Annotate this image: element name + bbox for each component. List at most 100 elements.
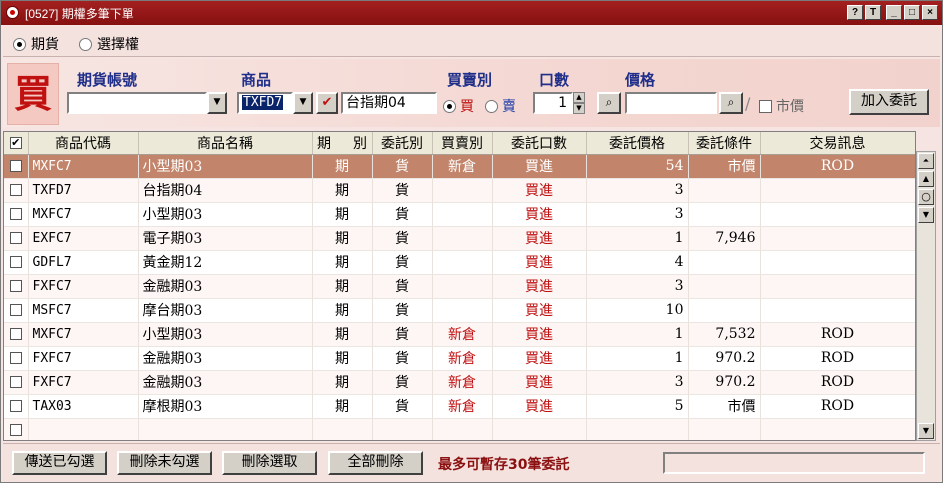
cell-category-2: 貨 — [372, 274, 433, 299]
product-confirm-button[interactable]: ✔ — [316, 92, 338, 114]
cell-qty: 1 — [586, 322, 689, 347]
close-button[interactable]: × — [922, 5, 938, 20]
futures-label: 期貨 — [31, 37, 59, 53]
table-row[interactable]: FXFC7 金融期03 期貨新倉 買進 1 970.2 ROD — [4, 346, 915, 371]
row-checkbox-cell[interactable] — [4, 346, 29, 371]
col-order-type[interactable]: 委託別 — [372, 132, 433, 155]
futures-radio[interactable] — [13, 37, 26, 51]
sell-option[interactable]: 賣 — [485, 96, 516, 116]
row-checkbox[interactable] — [9, 352, 22, 364]
row-checkbox-cell[interactable] — [4, 322, 29, 347]
cell-order-type — [432, 418, 493, 440]
col-name[interactable]: 商品名稱 — [138, 132, 313, 155]
bottom-toolbar: 傳送已勾選 刪除未勾選 刪除選取 全部刪除 最多可暫存30筆委託 — [3, 443, 940, 481]
add-order-button[interactable]: 加入委託 — [849, 89, 929, 115]
row-checkbox-cell[interactable] — [4, 274, 29, 299]
table-row[interactable]: EXFC7 電子期03 期貨 買進 1 7,946 — [4, 226, 915, 251]
account-dropdown-button[interactable]: ▼ — [207, 92, 227, 114]
row-checkbox-cell[interactable] — [4, 418, 29, 440]
cell-category-2 — [372, 418, 433, 440]
qty-up-button[interactable]: ▲ — [573, 92, 585, 103]
scroll-page-down-button[interactable]: ▼ — [918, 207, 934, 223]
scroll-down-button[interactable]: ▼ — [918, 423, 934, 439]
table-row[interactable]: FXFC7 金融期03 期貨 買進 3 — [4, 274, 915, 299]
market-price-checkbox[interactable] — [759, 99, 772, 113]
table-row[interactable]: FXFC7 金融期03 期貨新倉 買進 3 970.2 ROD — [4, 370, 915, 395]
table-row[interactable]: MSFC7 摩台期03 期貨 買進 10 — [4, 298, 915, 323]
order-window: [0527] 期權多筆下單 ? T _ □ × 期貨 選擇權 買 期貨帳號 ▼ … — [0, 0, 943, 483]
table-row[interactable]: GDFL7 黃金期12 期貨 買進 4 — [4, 250, 915, 275]
row-checkbox[interactable] — [9, 160, 22, 172]
col-category[interactable]: 期別 — [312, 132, 373, 155]
options-radio[interactable] — [79, 37, 92, 51]
qty-lookup-button[interactable]: ⌕ — [597, 92, 621, 114]
col-code[interactable]: 商品代碼 — [28, 132, 139, 155]
row-checkbox-cell[interactable] — [4, 202, 29, 227]
table-row[interactable] — [4, 418, 915, 440]
scroll-page-up-button[interactable]: ▲ — [918, 171, 934, 187]
cell-condition — [760, 178, 915, 203]
cell-category-1: 期 — [312, 298, 373, 323]
price-field[interactable] — [625, 92, 717, 114]
row-checkbox-cell[interactable] — [4, 250, 29, 275]
row-checkbox[interactable] — [9, 232, 22, 244]
table-row[interactable]: TXFD7 台指期04 期貨 買進 3 — [4, 178, 915, 203]
cell-name: 黃金期12 — [138, 250, 313, 275]
product-dropdown-button[interactable]: ▼ — [293, 92, 313, 114]
maximize-button[interactable]: □ — [904, 5, 920, 20]
help-button[interactable]: ? — [847, 5, 863, 20]
row-checkbox[interactable] — [9, 424, 22, 436]
select-all-checkbox[interactable]: ✔ — [9, 136, 22, 149]
row-checkbox[interactable] — [9, 376, 22, 388]
scroll-position-button[interactable]: ○ — [918, 189, 934, 205]
market-price-option[interactable]: 市價 — [759, 96, 804, 116]
delete-unchecked-button[interactable]: 刪除未勾選 — [117, 451, 212, 475]
product-name-field[interactable]: 台指期04 — [341, 92, 437, 114]
row-checkbox[interactable] — [9, 304, 22, 316]
col-message[interactable]: 交易訊息 — [760, 132, 915, 155]
row-checkbox[interactable] — [9, 280, 22, 292]
cell-condition — [760, 274, 915, 299]
row-checkbox-cell[interactable] — [4, 178, 29, 203]
table-row[interactable]: MXFC7 小型期03 期貨 買進 3 — [4, 202, 915, 227]
row-checkbox-cell[interactable] — [4, 298, 29, 323]
mode-options-option[interactable]: 選擇權 — [79, 34, 139, 54]
minimize-button[interactable]: _ — [886, 5, 902, 20]
row-checkbox-cell[interactable] — [4, 154, 29, 179]
price-lookup-button[interactable]: ⌕ — [719, 92, 743, 114]
row-checkbox-cell[interactable] — [4, 394, 29, 419]
buy-radio[interactable] — [443, 99, 456, 113]
table-row[interactable]: TAX03 摩根期03 期貨新倉 買進 5 市價 ROD — [4, 394, 915, 419]
scroll-top-button[interactable]: ⏶ — [918, 153, 934, 169]
col-side[interactable]: 買賣別 — [432, 132, 493, 155]
buy-option[interactable]: 買 — [443, 96, 474, 116]
cell-side: 買進 — [492, 346, 587, 371]
delete-all-button[interactable]: 全部刪除 — [328, 451, 423, 475]
row-checkbox-cell[interactable] — [4, 226, 29, 251]
topmost-button[interactable]: T — [865, 5, 881, 20]
row-checkbox[interactable] — [9, 328, 22, 340]
row-checkbox[interactable] — [9, 256, 22, 268]
account-field[interactable] — [67, 92, 207, 114]
row-checkbox-cell[interactable] — [4, 370, 29, 395]
title-bar[interactable]: [0527] 期權多筆下單 ? T _ □ × — [1, 1, 942, 25]
row-checkbox[interactable] — [9, 400, 22, 412]
col-price[interactable]: 委託價格 — [586, 132, 689, 155]
row-checkbox[interactable] — [9, 208, 22, 220]
col-condition[interactable]: 委託條件 — [688, 132, 761, 155]
table-row[interactable]: MXFC7 小型期03 期貨新倉 買進 1 7,532 ROD — [4, 322, 915, 347]
delete-selected-button[interactable]: 刪除選取 — [222, 451, 317, 475]
select-all-header[interactable]: ✔ — [4, 132, 29, 155]
table-row[interactable]: MXFC7 小型期03 期貨新倉 買進 54 市價 ROD — [4, 154, 915, 179]
cell-qty: 10 — [586, 298, 689, 323]
sell-radio[interactable] — [485, 99, 498, 113]
send-checked-button[interactable]: 傳送已勾選 — [12, 451, 107, 475]
qty-field[interactable]: 1 — [533, 92, 573, 114]
mode-futures-option[interactable]: 期貨 — [13, 34, 59, 54]
row-checkbox[interactable] — [9, 184, 22, 196]
qty-down-button[interactable]: ▼ — [573, 103, 585, 114]
app-icon[interactable] — [6, 6, 19, 19]
col-qty[interactable]: 委託口數 — [492, 132, 587, 155]
product-code-field[interactable]: TXFD7 — [237, 92, 293, 114]
vertical-scrollbar[interactable]: ⏶ ▲ ○ ▼ ▼ — [916, 151, 936, 441]
